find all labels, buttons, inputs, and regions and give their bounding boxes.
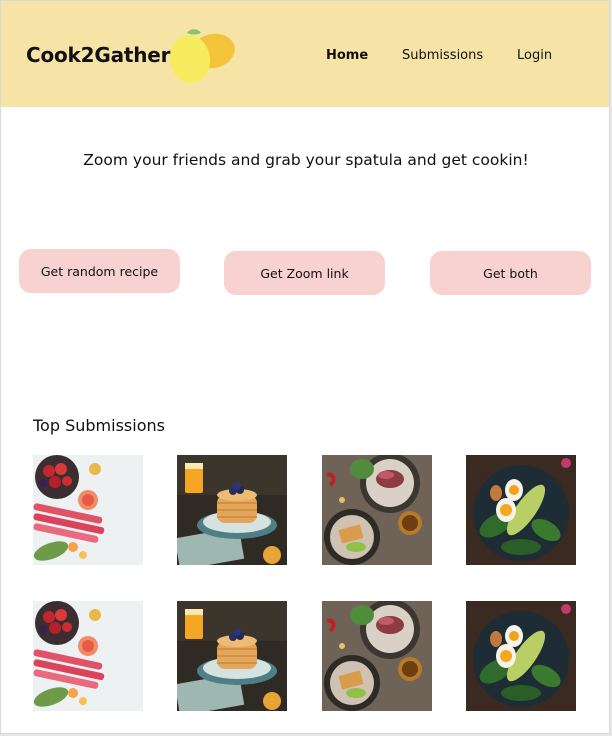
steak-salad-photo[interactable] [322, 601, 432, 711]
nav-login[interactable]: Login [517, 48, 552, 63]
top-submissions-heading: Top Submissions [33, 416, 165, 435]
egg-avocado-photo[interactable] [466, 601, 576, 711]
steak-salad-photo[interactable] [322, 455, 432, 565]
nav-submissions[interactable]: Submissions [402, 48, 483, 63]
hero-tagline: Zoom your friends and grab your spatula … [83, 151, 529, 169]
berries-rhubarb-photo[interactable] [33, 455, 143, 565]
get-random-recipe-button[interactable]: Get random recipe [19, 249, 180, 293]
nav-home[interactable]: Home [326, 48, 368, 63]
brand-logo-text[interactable]: Cook2Gather [26, 43, 171, 67]
get-zoom-link-button[interactable]: Get Zoom link [224, 251, 385, 295]
berries-rhubarb-photo[interactable] [33, 601, 143, 711]
site-header: Cook2Gather Home Submissions Login [1, 1, 609, 107]
pancakes-photo[interactable] [177, 601, 287, 711]
get-both-button[interactable]: Get both [430, 251, 591, 295]
pancakes-photo[interactable] [177, 455, 287, 565]
page: Cook2Gather Home Submissions Login Zoom … [0, 0, 610, 734]
egg-avocado-photo[interactable] [466, 455, 576, 565]
lemon-icon [169, 29, 235, 83]
